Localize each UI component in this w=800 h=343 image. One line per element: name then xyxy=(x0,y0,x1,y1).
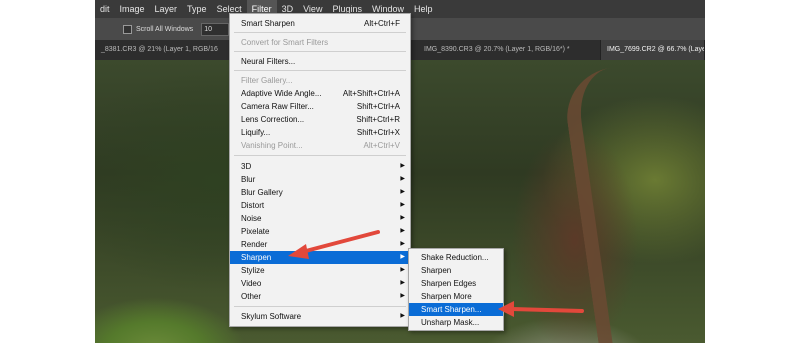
menu-layer[interactable]: Layer xyxy=(150,0,183,18)
menu-item-camera-raw[interactable]: Camera Raw Filter... Shift+Ctrl+A xyxy=(230,100,410,113)
menu-item-video[interactable]: Video ▶ xyxy=(230,277,410,290)
menu-help[interactable]: Help xyxy=(409,0,438,18)
tab-doc-8390[interactable]: IMG_8390.CR3 @ 20.7% (Layer 1, RGB/16*) … xyxy=(418,40,601,60)
menu-separator xyxy=(234,70,406,71)
filter-menu: Smart Sharpen Alt+Ctrl+F Convert for Sma… xyxy=(229,13,411,327)
scroll-all-checkbox[interactable] xyxy=(123,24,132,34)
tab-doc-7699[interactable]: IMG_7699.CR2 @ 66.7% (Layer 1, RGB/16 xyxy=(601,40,705,60)
submenu-item-shake-reduction[interactable]: Shake Reduction... xyxy=(409,251,503,264)
menu-item-vanishing-point: Vanishing Point... Alt+Ctrl+V xyxy=(241,141,400,150)
submenu-arrow-icon: ▶ xyxy=(400,163,405,169)
submenu-item-sharpen-more[interactable]: Sharpen More xyxy=(409,290,503,303)
menu-separator xyxy=(234,155,406,156)
menu-type[interactable]: Type xyxy=(182,0,212,18)
menu-item-distort[interactable]: Distort ▶ xyxy=(230,199,410,212)
menu-item-lens-correction[interactable]: Lens Correction... Shift+Ctrl+R xyxy=(230,113,410,126)
zoom-field[interactable]: 10 xyxy=(201,22,230,36)
menu-item-sharpen[interactable]: Sharpen ▶ xyxy=(230,251,410,264)
tab-doc-8381[interactable]: _8381.CR3 @ 21% (Layer 1, RGB/16 xyxy=(95,40,236,60)
submenu-arrow-icon: ▶ xyxy=(400,280,405,286)
menu-separator xyxy=(234,51,406,52)
menu-item-noise[interactable]: Noise ▶ xyxy=(230,212,410,225)
submenu-arrow-icon: ▶ xyxy=(400,189,405,195)
menu-item-render[interactable]: Render ▶ xyxy=(230,238,410,251)
menu-item-stylize[interactable]: Stylize ▶ xyxy=(230,264,410,277)
submenu-arrow-icon: ▶ xyxy=(400,241,405,247)
menu-image[interactable]: Image xyxy=(115,0,150,18)
menu-item-adaptive-wide-angle[interactable]: Adaptive Wide Angle... Alt+Shift+Ctrl+A xyxy=(230,87,410,100)
submenu-item-smart-sharpen[interactable]: Smart Sharpen... xyxy=(409,303,503,316)
menu-item-liquify[interactable]: Liquify... Shift+Ctrl+X xyxy=(230,126,410,139)
sharpen-submenu: Shake Reduction... Sharpen Sharpen Edges… xyxy=(408,248,504,331)
menu-edit[interactable]: dit xyxy=(95,0,115,18)
submenu-arrow-icon: ▶ xyxy=(400,176,405,182)
menu-item-smart-sharpen-last[interactable]: Smart Sharpen Alt+Ctrl+F xyxy=(230,17,410,30)
menu-item-filter-gallery: Filter Gallery... xyxy=(241,76,293,85)
submenu-item-sharpen[interactable]: Sharpen xyxy=(409,264,503,277)
submenu-arrow-icon: ▶ xyxy=(400,215,405,221)
menu-item-other[interactable]: Other ▶ xyxy=(230,290,410,303)
menu-item-convert-smart-filters: Convert for Smart Filters xyxy=(241,38,329,47)
menu-item-3d[interactable]: 3D ▶ xyxy=(230,160,410,173)
submenu-arrow-icon: ▶ xyxy=(400,267,405,273)
menu-item-skylum-software[interactable]: Skylum Software ▶ xyxy=(230,310,410,323)
submenu-arrow-icon: ▶ xyxy=(400,228,405,234)
scroll-all-label: Scroll All Windows xyxy=(136,25,194,33)
menu-item-neural-filters[interactable]: Neural Filters... xyxy=(230,55,410,68)
menu-separator xyxy=(234,32,406,33)
submenu-arrow-icon: ▶ xyxy=(400,202,405,208)
submenu-arrow-icon: ▶ xyxy=(400,293,405,299)
submenu-item-unsharp-mask[interactable]: Unsharp Mask... xyxy=(409,316,503,329)
menu-item-blur[interactable]: Blur ▶ xyxy=(230,173,410,186)
menu-item-pixelate[interactable]: Pixelate ▶ xyxy=(230,225,410,238)
menu-item-blur-gallery[interactable]: Blur Gallery ▶ xyxy=(230,186,410,199)
submenu-arrow-icon: ▶ xyxy=(400,254,405,260)
menu-separator xyxy=(234,306,406,307)
submenu-arrow-icon: ▶ xyxy=(400,313,405,319)
submenu-item-sharpen-edges[interactable]: Sharpen Edges xyxy=(409,277,503,290)
